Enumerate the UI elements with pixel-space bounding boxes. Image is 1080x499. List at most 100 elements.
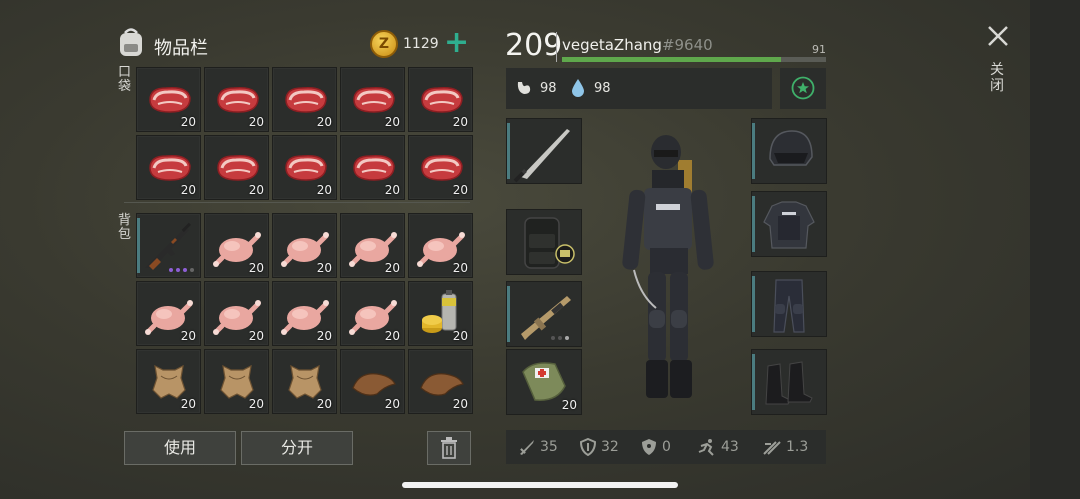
inventory-slot[interactable]: 20 xyxy=(204,349,269,414)
use-button[interactable]: 使用 xyxy=(124,431,236,465)
slot-accent xyxy=(137,218,140,273)
stat-attack: 35 xyxy=(518,438,558,456)
inventory-slot[interactable]: 20 xyxy=(340,213,405,278)
slot-qty: 20 xyxy=(452,261,468,275)
slot-qty: 20 xyxy=(384,397,400,411)
character-model xyxy=(612,130,730,406)
inventory-slot[interactable]: 20 xyxy=(136,281,201,346)
inventory-slot[interactable]: 20 xyxy=(408,213,473,278)
right-edge-panel xyxy=(1030,0,1080,499)
inventory-slot[interactable] xyxy=(136,213,201,278)
pocket-label: 口袋 xyxy=(118,65,132,94)
backpack-slot[interactable] xyxy=(506,209,582,275)
scar-rifle-icon xyxy=(521,296,571,340)
medkit-slot[interactable]: 20 xyxy=(506,349,582,415)
inventory-slot[interactable]: 20 xyxy=(340,281,405,346)
stat-speed-value: 43 xyxy=(721,439,739,455)
slot-qty: 20 xyxy=(384,183,400,197)
pants-slot[interactable] xyxy=(751,271,827,337)
coin-count: 1129 xyxy=(403,36,439,52)
slot-qty: 20 xyxy=(316,397,332,411)
stat-other-value: 1.3 xyxy=(786,439,809,455)
inventory-slot[interactable]: 20 xyxy=(408,135,473,200)
stat-armor-value: 32 xyxy=(601,439,619,455)
water-drop-icon xyxy=(570,78,586,102)
coin-icon: Z xyxy=(370,30,398,58)
add-coins-button[interactable]: + xyxy=(444,28,469,58)
inventory-slot[interactable]: 20 xyxy=(204,213,269,278)
stat-radiation-value: 0 xyxy=(662,439,671,455)
inventory-slot[interactable]: 20 xyxy=(204,67,269,132)
slot-qty: 20 xyxy=(180,397,196,411)
favorite-button[interactable] xyxy=(780,68,826,109)
xp-value: 91 xyxy=(812,43,826,56)
inventory-slot[interactable]: 20 xyxy=(204,281,269,346)
body-armor-slot[interactable] xyxy=(751,191,827,257)
slot-qty: 20 xyxy=(248,397,264,411)
slot-qty: 20 xyxy=(248,329,264,343)
combat-boots-icon xyxy=(765,361,813,405)
inventory-slot[interactable]: 20 xyxy=(408,349,473,414)
shield-icon xyxy=(579,438,597,456)
inventory-slot[interactable]: 20 xyxy=(272,67,337,132)
slot-qty: 20 xyxy=(384,115,400,129)
stat-attack-value: 35 xyxy=(540,439,558,455)
slot-qty: 20 xyxy=(384,261,400,275)
stat-radiation: 0 xyxy=(640,438,671,456)
katana-icon xyxy=(513,129,570,183)
slot-qty: 20 xyxy=(180,329,196,343)
slot-qty: 20 xyxy=(316,329,332,343)
xp-bar-fill xyxy=(562,57,782,62)
inventory-slot[interactable]: 20 xyxy=(136,349,201,414)
weapon-ranged-slot[interactable] xyxy=(506,281,582,347)
inventory-slot[interactable]: 20 xyxy=(340,67,405,132)
stat-armor: 32 xyxy=(579,438,619,456)
inventory-slot[interactable]: 20 xyxy=(408,281,473,346)
player-level: 209 xyxy=(505,28,563,63)
star-badge-icon xyxy=(791,76,815,100)
inventory-slot[interactable]: 20 xyxy=(272,135,337,200)
stat-other: 1.3 xyxy=(762,438,808,456)
slot-qty: 20 xyxy=(316,115,332,129)
inventory-slot[interactable]: 20 xyxy=(272,349,337,414)
slot-qty: 20 xyxy=(248,261,264,275)
slot-qty: 20 xyxy=(248,183,264,197)
police-helmet-icon xyxy=(769,130,813,166)
split-button[interactable]: 分开 xyxy=(241,431,353,465)
stat-speed: 43 xyxy=(697,438,739,456)
slot-qty: 20 xyxy=(180,115,196,129)
inventory-slot[interactable]: 20 xyxy=(340,349,405,414)
inventory-slot[interactable]: 20 xyxy=(408,67,473,132)
helmet-slot[interactable] xyxy=(751,118,827,184)
slot-qty: 20 xyxy=(452,183,468,197)
inventory-slot[interactable]: 20 xyxy=(204,135,269,200)
police-vest-icon xyxy=(763,201,815,249)
home-indicator[interactable] xyxy=(402,482,678,488)
weapon-melee-slot[interactable] xyxy=(506,118,582,184)
trash-button[interactable] xyxy=(427,431,471,465)
slot-qty: 20 xyxy=(248,115,264,129)
inventory-slot[interactable]: 20 xyxy=(136,135,201,200)
pocket-divider xyxy=(124,202,470,203)
trash-icon xyxy=(441,437,457,459)
backpack-title-icon xyxy=(116,26,146,58)
inventory-slot[interactable]: 20 xyxy=(272,281,337,346)
close-label: 关闭 xyxy=(990,62,1004,94)
slot-qty: 20 xyxy=(561,398,577,412)
page-title: 物品栏 xyxy=(154,38,208,59)
food-value: 98 xyxy=(540,81,557,96)
player-tag: #9640 xyxy=(661,36,713,54)
boots-slot[interactable] xyxy=(751,349,827,415)
radiation-shield-icon xyxy=(642,439,656,455)
xp-bar xyxy=(562,57,826,62)
close-button[interactable]: 关闭 xyxy=(982,22,1016,102)
inventory-slot[interactable]: 20 xyxy=(340,135,405,200)
slot-qty: 20 xyxy=(452,115,468,129)
slot-qty: 20 xyxy=(452,397,468,411)
inventory-slot[interactable]: 20 xyxy=(136,67,201,132)
inventory-slot[interactable]: 20 xyxy=(272,213,337,278)
stomach-icon xyxy=(514,78,534,102)
slot-qty: 20 xyxy=(452,329,468,343)
slot-qty: 20 xyxy=(316,261,332,275)
rarity-dots xyxy=(551,336,569,340)
